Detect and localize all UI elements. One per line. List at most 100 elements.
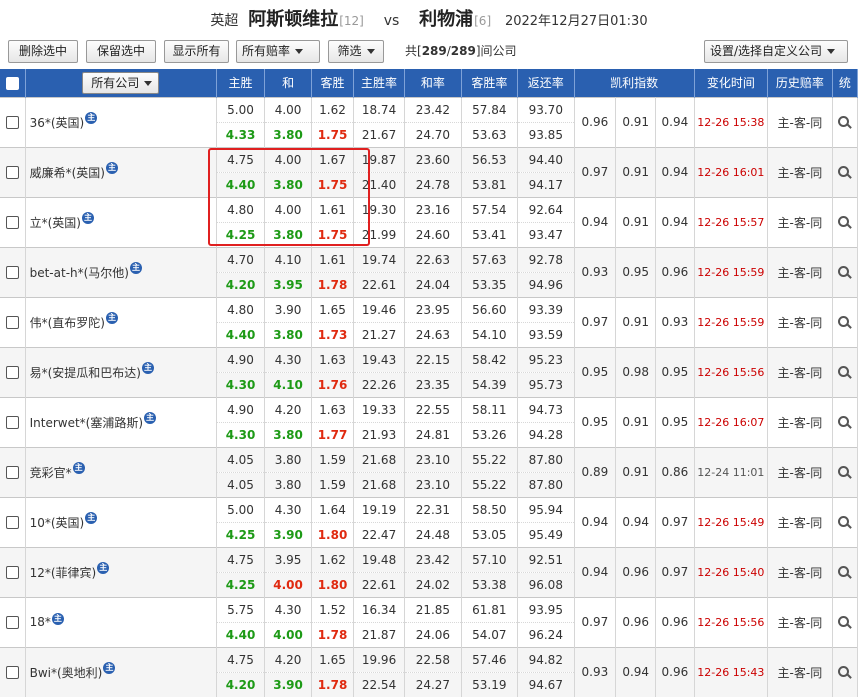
change-time[interactable]: 12-26 16:07 bbox=[694, 396, 768, 447]
company-name[interactable]: 12*(菲律宾) bbox=[30, 566, 97, 580]
search-icon[interactable] bbox=[838, 616, 851, 629]
row-checkbox-cell[interactable] bbox=[0, 146, 26, 197]
search-icon[interactable] bbox=[838, 266, 851, 279]
row-checkbox-cell[interactable] bbox=[0, 346, 26, 397]
search-icon[interactable] bbox=[838, 416, 851, 429]
company-cell[interactable]: 10*(英国) 主 bbox=[25, 496, 217, 547]
change-time[interactable]: 12-26 15:56 bbox=[694, 596, 768, 647]
company-name[interactable]: bet-at-h*(马尔他) bbox=[30, 266, 129, 280]
history-odds-link[interactable]: 主-客-同 bbox=[767, 446, 833, 497]
change-time[interactable]: 12-24 11:01 bbox=[694, 446, 768, 497]
company-name[interactable]: 18* bbox=[30, 615, 51, 629]
all-companies-select[interactable]: 所有公司 bbox=[82, 71, 160, 94]
row-checkbox[interactable] bbox=[5, 516, 19, 529]
search-icon[interactable] bbox=[838, 516, 851, 529]
row-checkbox[interactable] bbox=[5, 666, 19, 680]
search-icon[interactable] bbox=[838, 166, 851, 179]
row-checkbox-cell[interactable] bbox=[0, 246, 26, 297]
search-icon[interactable] bbox=[838, 216, 851, 229]
header-checkbox-cell[interactable] bbox=[0, 69, 26, 97]
change-time[interactable]: 12-26 15:57 bbox=[694, 196, 768, 247]
row-checkbox[interactable] bbox=[5, 466, 19, 479]
row-checkbox-cell[interactable] bbox=[0, 646, 26, 697]
row-checkbox[interactable] bbox=[5, 216, 19, 229]
history-odds-link[interactable]: 主-客-同 bbox=[767, 146, 833, 197]
history-odds-link[interactable]: 主-客-同 bbox=[767, 396, 833, 447]
change-time[interactable]: 12-26 15:43 bbox=[694, 646, 768, 697]
row-checkbox-cell[interactable] bbox=[0, 196, 26, 247]
change-time[interactable]: 12-26 15:40 bbox=[694, 546, 768, 597]
show-all-button[interactable]: 显示所有 bbox=[164, 40, 229, 63]
change-time[interactable]: 12-26 15:49 bbox=[694, 496, 768, 547]
search-icon[interactable] bbox=[838, 116, 851, 129]
info-icon[interactable]: 主 bbox=[144, 411, 157, 424]
company-name[interactable]: 立*(英国) bbox=[30, 216, 81, 230]
company-cell[interactable]: bet-at-h*(马尔他) 主 bbox=[25, 246, 217, 297]
stats-cell[interactable] bbox=[832, 196, 858, 247]
search-icon[interactable] bbox=[838, 566, 851, 579]
company-name[interactable]: 10*(英国) bbox=[30, 516, 85, 530]
company-cell[interactable]: Bwi*(奥地利) 主 bbox=[25, 646, 217, 697]
change-time[interactable]: 12-26 16:01 bbox=[694, 146, 768, 197]
history-odds-link[interactable]: 主-客-同 bbox=[767, 96, 833, 147]
row-checkbox-cell[interactable] bbox=[0, 496, 26, 547]
history-odds-link[interactable]: 主-客-同 bbox=[767, 296, 833, 347]
company-name[interactable]: Bwi*(奥地利) bbox=[30, 666, 103, 680]
custom-company-select[interactable]: 设置/选择自定义公司 bbox=[704, 40, 848, 63]
history-odds-link[interactable]: 主-客-同 bbox=[767, 646, 833, 697]
row-checkbox[interactable] bbox=[5, 166, 19, 179]
company-name[interactable]: 36*(英国) bbox=[30, 116, 85, 130]
row-checkbox[interactable] bbox=[5, 366, 19, 379]
select-all-checkbox[interactable] bbox=[5, 76, 19, 90]
stats-cell[interactable] bbox=[832, 396, 858, 447]
info-icon[interactable]: 主 bbox=[85, 511, 98, 524]
row-checkbox-cell[interactable] bbox=[0, 296, 26, 347]
search-icon[interactable] bbox=[838, 366, 851, 379]
change-time[interactable]: 12-26 15:59 bbox=[694, 296, 768, 347]
company-cell[interactable]: 36*(英国) 主 bbox=[25, 96, 217, 147]
stats-cell[interactable] bbox=[832, 96, 858, 147]
info-icon[interactable]: 主 bbox=[141, 361, 154, 374]
row-checkbox-cell[interactable] bbox=[0, 546, 26, 597]
info-icon[interactable]: 主 bbox=[130, 261, 142, 274]
info-icon[interactable]: 主 bbox=[97, 561, 110, 574]
home-team[interactable]: 阿斯顿维拉 bbox=[248, 9, 338, 30]
stats-cell[interactable] bbox=[832, 296, 858, 347]
company-cell[interactable]: Interwet*(塞浦路斯) 主 bbox=[25, 396, 217, 447]
history-odds-link[interactable]: 主-客-同 bbox=[767, 246, 833, 297]
company-cell[interactable]: 伟*(直布罗陀) 主 bbox=[25, 296, 217, 347]
keep-selected-button[interactable]: 保留选中 bbox=[86, 40, 156, 63]
row-checkbox[interactable] bbox=[5, 266, 19, 279]
stats-cell[interactable] bbox=[832, 146, 858, 197]
company-cell[interactable]: 12*(菲律宾) 主 bbox=[25, 546, 217, 597]
row-checkbox[interactable] bbox=[5, 116, 19, 129]
company-cell[interactable]: 威廉希*(英国) 主 bbox=[25, 146, 217, 197]
company-name[interactable]: 威廉希*(英国) bbox=[30, 166, 105, 180]
company-name[interactable]: 伟*(直布罗陀) bbox=[30, 316, 105, 330]
search-icon[interactable] bbox=[838, 316, 851, 329]
stats-cell[interactable] bbox=[832, 446, 858, 497]
row-checkbox[interactable] bbox=[5, 616, 19, 629]
info-icon[interactable]: 主 bbox=[85, 111, 98, 124]
company-cell[interactable]: 立*(英国) 主 bbox=[25, 196, 217, 247]
delete-selected-button[interactable]: 删除选中 bbox=[8, 40, 78, 63]
change-time[interactable]: 12-26 15:56 bbox=[694, 346, 768, 397]
row-checkbox-cell[interactable] bbox=[0, 96, 26, 147]
company-cell[interactable]: 竞彩官* 主 bbox=[25, 446, 217, 497]
info-icon[interactable]: 主 bbox=[51, 613, 64, 625]
row-checkbox[interactable] bbox=[5, 416, 19, 429]
filter-button[interactable]: 筛选 bbox=[328, 40, 384, 63]
history-odds-link[interactable]: 主-客-同 bbox=[767, 496, 833, 547]
history-odds-link[interactable]: 主-客-同 bbox=[767, 196, 833, 247]
stats-cell[interactable] bbox=[832, 496, 858, 547]
company-name[interactable]: 易*(安提瓜和巴布达) bbox=[30, 366, 141, 380]
row-checkbox-cell[interactable] bbox=[0, 446, 26, 497]
company-cell[interactable]: 18* 主 bbox=[25, 596, 217, 647]
info-icon[interactable]: 主 bbox=[105, 311, 118, 324]
change-time[interactable]: 12-26 15:59 bbox=[694, 246, 768, 297]
odds-type-select[interactable]: 所有赔率 bbox=[236, 40, 320, 63]
info-icon[interactable]: 主 bbox=[105, 161, 118, 174]
change-time[interactable]: 12-26 15:38 bbox=[694, 96, 768, 147]
search-icon[interactable] bbox=[838, 666, 851, 679]
info-icon[interactable]: 主 bbox=[103, 661, 116, 674]
